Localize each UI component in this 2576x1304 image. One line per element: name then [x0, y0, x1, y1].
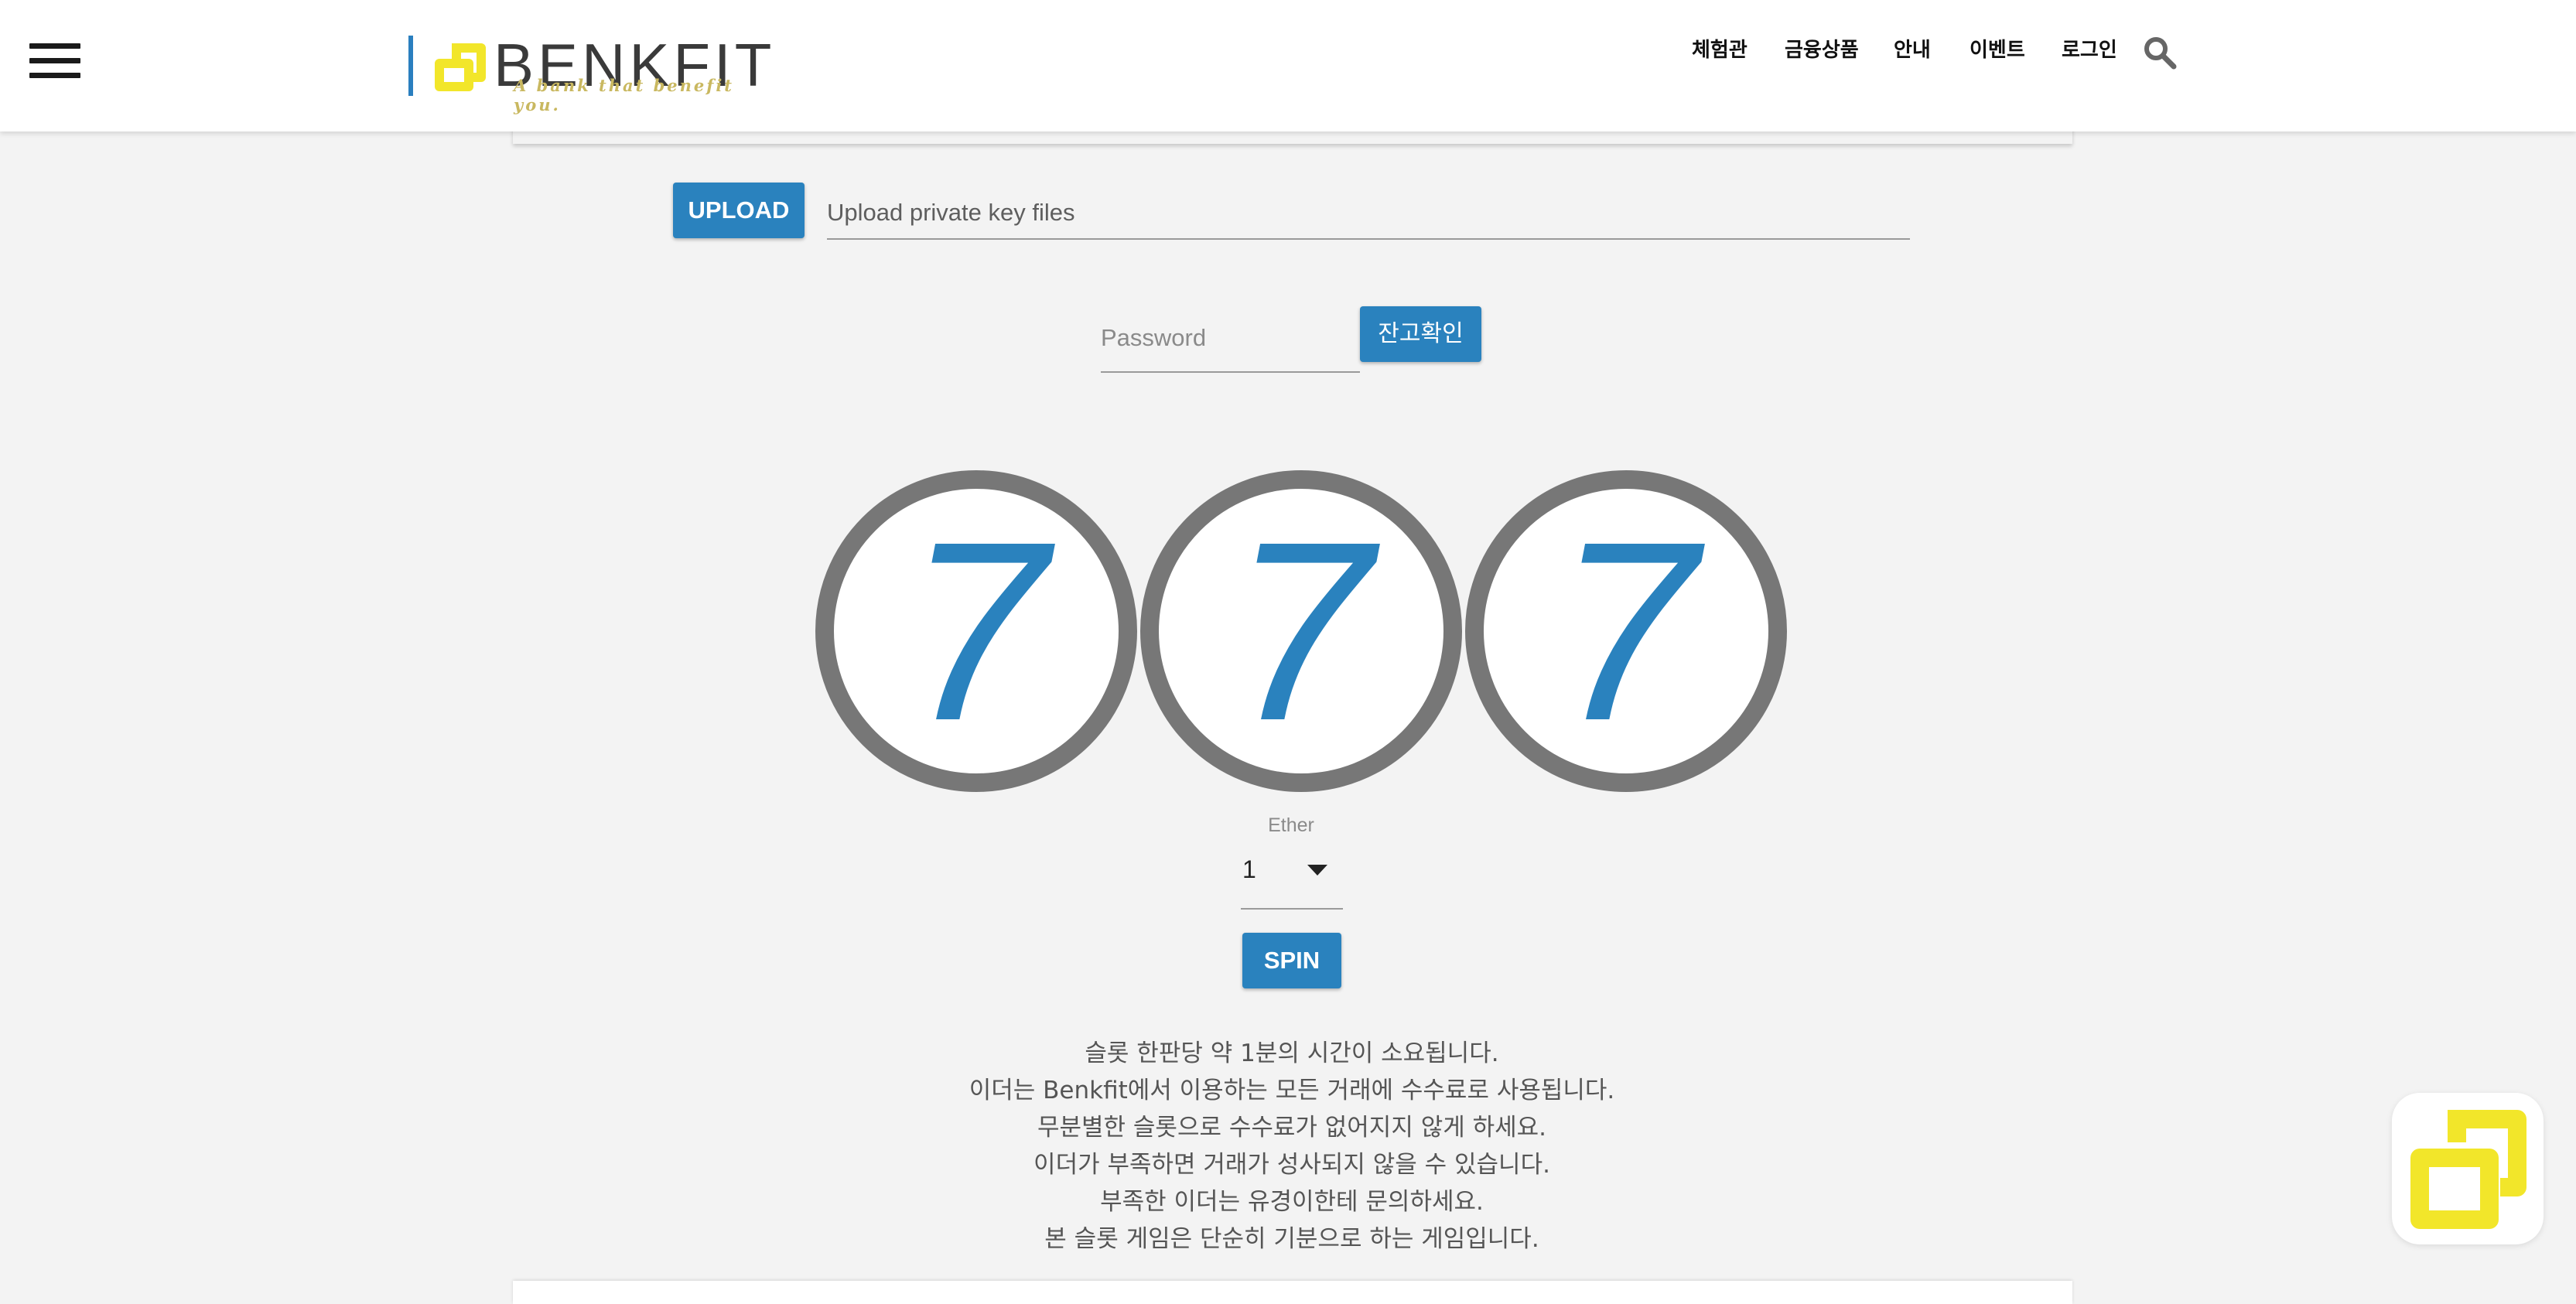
- ether-amount-select[interactable]: 1: [1241, 846, 1343, 910]
- spin-button[interactable]: SPIN: [1242, 933, 1341, 988]
- info-line: 무분별한 슬롯으로 수수료가 없어지지 않게 하세요.: [1037, 1114, 1547, 1142]
- benkfit-logo[interactable]: BENKFIT A bank that benefit you.: [408, 32, 771, 114]
- slot-reel-2: 7: [1140, 470, 1462, 792]
- nav-item-guide[interactable]: 안내: [1894, 34, 1931, 63]
- slot-info-text: 슬롯 한판당 약 1분의 시간이 소요됩니다. 이더는 Benkfit에서 이용…: [774, 1035, 1810, 1258]
- caret-down-icon: [1307, 865, 1327, 876]
- top-header: BENKFIT A bank that benefit you. 체험관 금융상…: [0, 0, 2576, 131]
- nav-item-events[interactable]: 이벤트: [1970, 34, 2025, 63]
- nav-item-products[interactable]: 금융상품: [1785, 34, 1859, 63]
- info-line: 부족한 이더는 유경이한테 문의하세요.: [1100, 1188, 1484, 1216]
- reel-symbol: 7: [905, 488, 1047, 773]
- content-card-bottom-edge: [513, 1281, 2072, 1304]
- password-field[interactable]: [1101, 305, 1360, 373]
- info-line: 이더가 부족하면 거래가 성사되지 않을 수 있습니다.: [1033, 1151, 1550, 1179]
- slot-reel-1: 7: [815, 470, 1137, 792]
- nav-item-experience[interactable]: 체험관: [1692, 34, 1748, 63]
- reel-symbol: 7: [1555, 488, 1697, 773]
- info-line: 이더는 Benkfit에서 이용하는 모든 거래에 수수료로 사용됩니다.: [969, 1077, 1615, 1104]
- logo-mark-icon: [435, 43, 486, 91]
- slot-reel-3: 7: [1465, 470, 1787, 792]
- benkfit-brand-icon: [2410, 1110, 2526, 1229]
- reel-symbol: 7: [1230, 488, 1372, 773]
- ether-selected-value: 1: [1242, 855, 1256, 883]
- upload-button[interactable]: UPLOAD: [673, 183, 805, 238]
- search-icon[interactable]: [2143, 36, 2177, 70]
- info-line: 본 슬롯 게임은 단순히 기분으로 하는 게임입니다.: [1044, 1225, 1539, 1253]
- logo-tagline: A bank that benefit you.: [514, 76, 734, 114]
- private-key-file-input[interactable]: [827, 187, 1910, 240]
- hamburger-menu-icon[interactable]: [29, 43, 80, 79]
- ether-select-label: Ether: [1268, 814, 1314, 836]
- floating-brand-button[interactable]: [2392, 1093, 2544, 1244]
- nav-item-login[interactable]: 로그인: [2062, 34, 2117, 63]
- info-line: 슬롯 한판당 약 1분의 시간이 소요됩니다.: [1085, 1039, 1499, 1067]
- check-balance-button[interactable]: 잔고확인: [1360, 306, 1481, 362]
- logo-accent-bar: [408, 36, 413, 96]
